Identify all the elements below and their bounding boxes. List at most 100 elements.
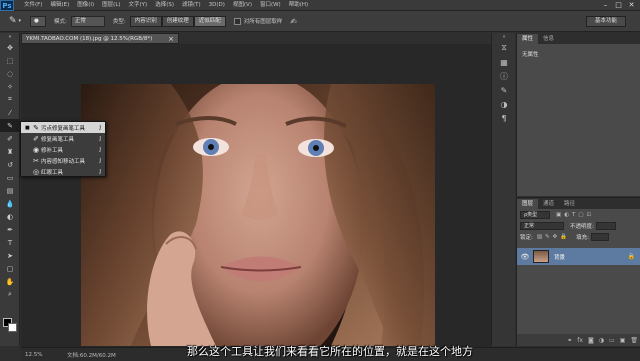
brush-tip-icon: ● <box>34 17 39 24</box>
visibility-eye-icon[interactable]: 👁 <box>517 253 533 261</box>
type-tool-icon[interactable]: T <box>0 236 20 249</box>
menu-filter[interactable]: 滤镜(T) <box>178 0 205 11</box>
menu-edit[interactable]: 编辑(E) <box>46 0 73 11</box>
lock-icon: 🔒 <box>627 253 635 260</box>
layer-name[interactable]: 背景 <box>554 253 565 261</box>
patch-tool-icon: ◉ <box>32 145 40 154</box>
mode-label: 模式: <box>54 19 67 25</box>
brush-panel-icon[interactable]: ✎ <box>492 83 516 97</box>
brush-tool-icon[interactable]: ✐ <box>0 132 20 145</box>
adjustment-layer-icon[interactable]: ◑ <box>599 337 604 344</box>
blur-tool-icon[interactable]: 💧 <box>0 197 20 210</box>
document-tab[interactable]: YKMI.TAOBAO.COM (18).jpg @ 12.5%(RGB/8*)… <box>21 33 179 44</box>
lasso-tool-icon[interactable]: ◌ <box>0 67 20 80</box>
menu-window[interactable]: 窗口(W) <box>256 0 285 11</box>
flyout-item-healing-brush[interactable]: ✐ 修复画笔工具 J <box>21 133 105 144</box>
menu-file[interactable]: 文件(F) <box>20 0 46 11</box>
layer-lock-row: 锁定: ▨✎✥🔒 填充: <box>517 231 640 242</box>
swatches-panel-icon[interactable]: ▦ <box>492 55 516 69</box>
add-mask-icon[interactable]: ◙ <box>588 337 594 344</box>
background-color-swatch[interactable] <box>8 323 17 332</box>
properties-tabs: 属性 信息 <box>517 33 640 44</box>
flyout-item-patch[interactable]: ◉ 修补工具 J <box>21 144 105 155</box>
quick-select-tool-icon[interactable]: ✧ <box>0 80 20 93</box>
new-layer-icon[interactable]: ▣ <box>620 337 626 344</box>
flyout-item-content-aware-move[interactable]: ✂ 内容感知移动工具 J <box>21 155 105 166</box>
tab-paths[interactable]: 路径 <box>559 199 580 209</box>
adjustments-panel-icon[interactable]: ◑ <box>492 97 516 111</box>
pressure-icon[interactable]: ✍ <box>290 17 297 26</box>
history-panel-icon[interactable]: ⧖ <box>492 41 516 55</box>
opacity-label: 不透明度: <box>570 223 594 230</box>
zoom-tool-icon[interactable]: ⌕ <box>0 288 20 301</box>
pen-tool-icon[interactable]: ✒ <box>0 223 20 236</box>
tab-info[interactable]: 信息 <box>538 34 559 44</box>
brush-icon: ✎ <box>8 16 17 26</box>
opacity-field[interactable] <box>595 221 616 230</box>
close-icon[interactable]: × <box>168 35 174 43</box>
document-size[interactable]: 文档:60.2M/60.2M <box>67 351 137 359</box>
fill-label: 填充: <box>576 234 589 241</box>
filter-icons[interactable]: ▣◐T▢⊡ <box>556 212 594 218</box>
collapse-panels-icon[interactable]: « <box>492 33 516 41</box>
gradient-tool-icon[interactable]: ▤ <box>0 184 20 197</box>
close-button[interactable]: ✕ <box>625 0 638 10</box>
tool-preset-picker[interactable]: ✎ ▾ <box>4 14 26 28</box>
brush-size-picker[interactable]: ● <box>30 15 46 27</box>
link-layers-icon[interactable]: ⚭ <box>567 337 572 344</box>
paragraph-panel-icon[interactable]: ¶ <box>492 111 516 125</box>
history-brush-tool-icon[interactable]: ↺ <box>0 158 20 171</box>
sample-all-layers-checkbox[interactable] <box>233 17 241 25</box>
document-title: YKMI.TAOBAO.COM (18).jpg @ 12.5%(RGB/8*) <box>26 35 153 42</box>
move-tool-icon[interactable]: ✥ <box>0 41 20 54</box>
layer-filter-row: ρ类型 ▣◐T▢⊡ <box>517 209 640 220</box>
dodge-tool-icon[interactable]: ◐ <box>0 210 20 223</box>
tab-channels[interactable]: 通道 <box>538 199 559 209</box>
menu-help[interactable]: 帮助(H) <box>285 0 312 11</box>
minimize-button[interactable]: – <box>599 0 612 10</box>
menu-image[interactable]: 图像(I) <box>73 0 98 11</box>
clone-stamp-tool-icon[interactable]: ♜ <box>0 145 20 158</box>
tab-properties[interactable]: 属性 <box>517 34 539 44</box>
menu-3d[interactable]: 3D(D) <box>205 0 229 11</box>
layer-row-background[interactable]: 👁 背景 🔒 <box>517 248 640 265</box>
layer-style-icon[interactable]: fx <box>577 337 583 344</box>
healing-brush-tool-icon[interactable]: ✎ <box>0 119 20 132</box>
flyout-item-red-eye[interactable]: ◎ 红眼工具 J <box>21 166 105 177</box>
toolbox-collapse-icon[interactable]: » <box>0 33 20 41</box>
menu-select[interactable]: 选择(S) <box>151 0 178 11</box>
menu-layer[interactable]: 图层(L) <box>98 0 124 11</box>
path-select-tool-icon[interactable]: ➤ <box>0 249 20 262</box>
mode-select[interactable]: 正常 <box>70 15 105 27</box>
menu-type[interactable]: 文字(Y) <box>125 0 152 11</box>
proximity-match-button[interactable]: 近似匹配 <box>193 15 226 27</box>
properties-body: 无属性 <box>522 52 539 58</box>
hand-tool-icon[interactable]: ✋ <box>0 275 20 288</box>
video-subtitle: 那么这个工具让我们来看看它所在的位置，就是在这个地方 <box>187 345 473 358</box>
new-group-icon[interactable]: ▭ <box>609 337 615 344</box>
blend-mode-select[interactable]: 正常 <box>520 221 564 230</box>
trash-icon[interactable]: 🗑 <box>630 337 638 344</box>
crop-tool-icon[interactable]: ⌗ <box>0 93 20 106</box>
fill-field[interactable] <box>590 232 609 241</box>
eraser-tool-icon[interactable]: ▭ <box>0 171 20 184</box>
workspace-select[interactable]: 基本功能 <box>585 16 626 27</box>
properties-panel-icon[interactable]: ⓘ <box>492 69 516 83</box>
content-aware-button[interactable]: 内容识别 <box>129 15 162 27</box>
flyout-item-label: 污点修复画笔工具 <box>41 125 86 132</box>
shape-tool-icon[interactable]: ▢ <box>0 262 20 275</box>
document-image[interactable] <box>81 84 435 346</box>
menu-view[interactable]: 视图(V) <box>229 0 256 11</box>
healing-brush-icon: ✐ <box>33 134 39 143</box>
zoom-level[interactable]: 12.5% <box>21 352 67 358</box>
healing-tools-flyout: ■ ✎ 污点修复画笔工具 J ✐ 修复画笔工具 J ◉ 修补工具 J ✂ 内容感… <box>20 121 106 177</box>
flyout-item-spot-healing-brush[interactable]: ■ ✎ 污点修复画笔工具 J <box>21 122 105 133</box>
properties-panel: 属性 信息 无属性 <box>516 33 640 196</box>
marquee-tool-icon[interactable]: ⬚ <box>0 54 20 67</box>
maximize-button[interactable]: □ <box>612 0 625 10</box>
layer-kind-filter[interactable]: ρ类型 <box>520 210 550 219</box>
lock-icons[interactable]: ▨✎✥🔒 <box>537 234 570 240</box>
tab-layers[interactable]: 图层 <box>517 199 539 209</box>
eyedropper-tool-icon[interactable]: ⁄ <box>0 106 20 119</box>
create-texture-button[interactable]: 创建纹理 <box>161 15 194 27</box>
